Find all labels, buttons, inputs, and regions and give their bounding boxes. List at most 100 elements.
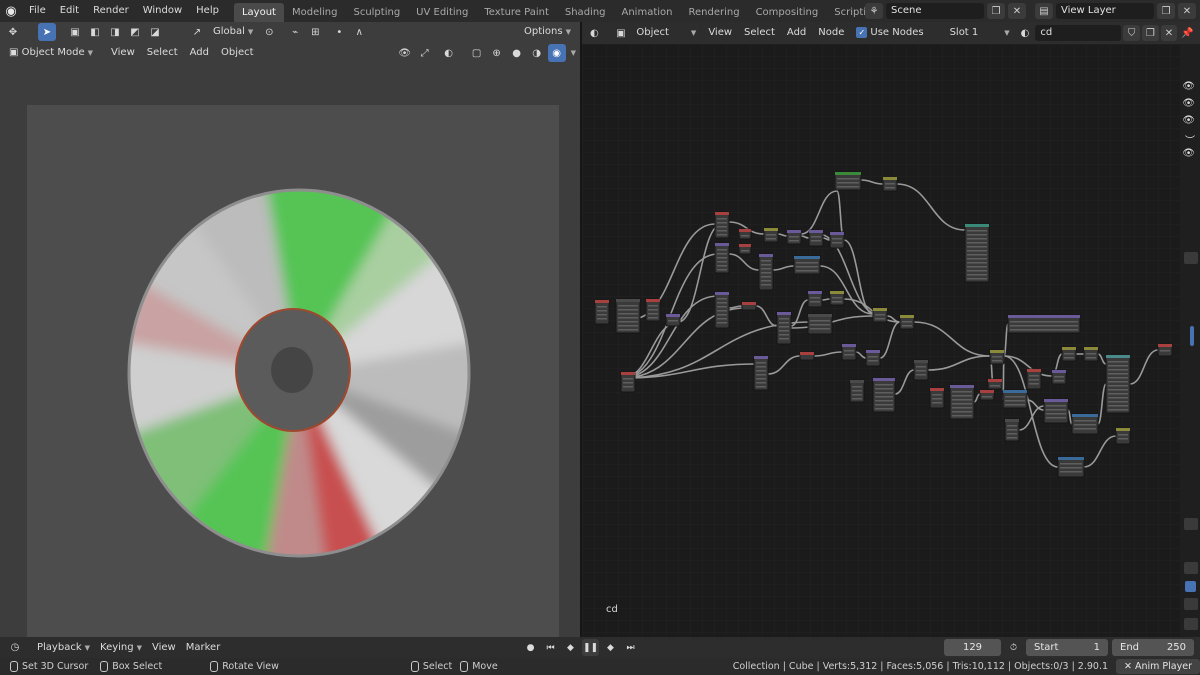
shader-node[interactable] bbox=[949, 384, 975, 420]
anim-player-button[interactable]: ✕ Anim Player bbox=[1116, 659, 1200, 674]
sidebar-tab[interactable] bbox=[1184, 598, 1198, 610]
menu-object[interactable]: Object bbox=[216, 44, 259, 62]
shader-node[interactable] bbox=[714, 211, 730, 239]
menu-window[interactable]: Window bbox=[136, 0, 189, 22]
pin-icon[interactable]: 📌 bbox=[1179, 25, 1196, 41]
timeline-view-menu[interactable]: View bbox=[147, 639, 181, 657]
jump-start-icon[interactable]: ⏮ bbox=[542, 639, 559, 656]
overlay-icon[interactable]: ◐ bbox=[440, 44, 458, 62]
folder-icon[interactable] bbox=[1184, 562, 1198, 574]
jump-keyframe-back-icon[interactable]: ◆ bbox=[562, 639, 579, 656]
shading-options-icon[interactable]: ▼ bbox=[571, 49, 576, 57]
scroll-thumb[interactable] bbox=[1190, 326, 1194, 346]
menu-select[interactable]: Select bbox=[142, 44, 183, 62]
shading-rendered-icon[interactable]: ◉ bbox=[547, 44, 566, 62]
fake-user-icon[interactable]: ⛉ bbox=[1123, 25, 1140, 41]
shader-node[interactable] bbox=[799, 351, 815, 361]
scene-field[interactable]: Scene bbox=[886, 3, 984, 19]
shader-node[interactable] bbox=[1061, 346, 1077, 362]
shader-node[interactable] bbox=[665, 313, 681, 327]
shading-wireframe-icon[interactable]: ⊕ bbox=[488, 44, 506, 62]
shader-node[interactable] bbox=[1002, 389, 1028, 409]
jump-keyframe-forward-icon[interactable]: ◆ bbox=[602, 639, 619, 656]
current-frame-field[interactable]: 129 bbox=[944, 639, 1001, 656]
tab-sculpting[interactable]: Sculpting bbox=[345, 3, 408, 22]
shader-node[interactable] bbox=[1004, 418, 1020, 442]
blender-logo-icon[interactable]: ◉ bbox=[0, 0, 22, 22]
material-name-field[interactable]: cd bbox=[1035, 25, 1122, 41]
node-canvas[interactable] bbox=[582, 44, 1200, 637]
snap-icon[interactable]: ⌁ bbox=[286, 23, 305, 41]
shading-material-icon[interactable]: ◑ bbox=[528, 44, 546, 62]
sidebar-tab[interactable] bbox=[1184, 518, 1198, 530]
menu-file[interactable]: File bbox=[22, 0, 53, 22]
shader-node[interactable] bbox=[807, 290, 823, 308]
options-dropdown[interactable]: Options ▼ bbox=[519, 23, 576, 41]
shader-node[interactable] bbox=[620, 371, 636, 393]
ne-menu-select[interactable]: Select bbox=[739, 24, 780, 42]
checkbox-icon[interactable] bbox=[1185, 581, 1196, 592]
shader-type-dropdown[interactable]: Object ▼ bbox=[631, 24, 701, 42]
marker-menu[interactable]: Marker bbox=[181, 639, 226, 657]
start-frame-field[interactable]: Start 1 bbox=[1026, 639, 1108, 656]
shader-node[interactable] bbox=[1071, 413, 1099, 435]
shader-node[interactable] bbox=[1051, 369, 1067, 385]
shader-node[interactable] bbox=[989, 349, 1005, 365]
shader-node[interactable] bbox=[714, 291, 730, 329]
3d-viewport[interactable]: ✥ ➤ ▣ ◧ ◨ ◩ ◪ ↗ Global ▼ ⊙ ⌁ ⊞ • ∧ Option… bbox=[0, 22, 580, 637]
record-icon[interactable]: ● bbox=[522, 639, 539, 656]
select-mode-subtract-icon[interactable]: ◨ bbox=[106, 23, 124, 41]
material-browse-icon[interactable]: ◐ bbox=[1017, 24, 1034, 42]
shader-node[interactable] bbox=[929, 387, 945, 409]
ne-menu-node[interactable]: Node bbox=[813, 24, 849, 42]
end-frame-field[interactable]: End 250 bbox=[1112, 639, 1194, 656]
tab-shading[interactable]: Shading bbox=[557, 3, 614, 22]
shader-node[interactable] bbox=[1115, 427, 1131, 445]
slot-dropdown[interactable]: Slot 1 ▼ bbox=[945, 24, 1015, 42]
shader-node[interactable] bbox=[872, 377, 896, 413]
menu-edit[interactable]: Edit bbox=[53, 0, 86, 22]
ne-menu-view[interactable]: View bbox=[703, 24, 737, 42]
shading-solid-icon[interactable]: ● bbox=[508, 44, 526, 62]
shader-node[interactable] bbox=[865, 349, 881, 367]
view-layer-icon[interactable]: ▤ bbox=[1035, 3, 1053, 19]
shader-node[interactable] bbox=[738, 228, 752, 240]
pivot-icon[interactable]: ⊙ bbox=[260, 23, 279, 41]
tab-compositing[interactable]: Compositing bbox=[748, 3, 827, 22]
shader-node[interactable] bbox=[899, 314, 915, 330]
eye-closed-icon[interactable]: ︶ bbox=[1185, 132, 1195, 147]
select-mode-extend-icon[interactable]: ◧ bbox=[86, 23, 104, 41]
shader-node[interactable] bbox=[1157, 343, 1173, 357]
pause-icon[interactable]: ❚❚ bbox=[582, 639, 599, 656]
shader-node[interactable] bbox=[714, 242, 730, 274]
eye-icon[interactable]: 👁 bbox=[1182, 148, 1195, 159]
node-editor-type-icon[interactable]: ◐ bbox=[586, 24, 603, 42]
shader-node[interactable] bbox=[1007, 314, 1081, 334]
shader-node[interactable] bbox=[793, 255, 821, 275]
editor-type-icon[interactable]: ✥ bbox=[4, 23, 22, 41]
shader-node[interactable] bbox=[786, 229, 802, 245]
shader-node[interactable] bbox=[882, 176, 898, 192]
shader-node[interactable] bbox=[776, 311, 792, 345]
visibility-icon[interactable]: 👁 bbox=[396, 44, 414, 62]
view-layer-field[interactable]: View Layer bbox=[1056, 3, 1154, 19]
keying-menu[interactable]: Keying ▼ bbox=[95, 639, 147, 657]
shader-node[interactable] bbox=[1043, 398, 1069, 424]
shader-node[interactable] bbox=[834, 171, 862, 191]
menu-add[interactable]: Add bbox=[185, 44, 214, 62]
shader-node[interactable] bbox=[738, 243, 752, 255]
shader-node[interactable] bbox=[829, 290, 845, 306]
eye-icon[interactable]: 👁 bbox=[1182, 98, 1195, 109]
shader-node[interactable] bbox=[1105, 354, 1131, 414]
xray-icon[interactable]: ▢ bbox=[468, 44, 486, 62]
shader-node[interactable] bbox=[808, 229, 824, 247]
shader-node[interactable] bbox=[753, 355, 769, 391]
new-scene-icon[interactable]: ❐ bbox=[987, 3, 1005, 19]
mode-dropdown[interactable]: ▣ Object Mode ▼ bbox=[4, 44, 98, 62]
shader-node[interactable] bbox=[849, 379, 865, 403]
proportional-edit-icon[interactable]: • bbox=[330, 23, 349, 41]
shader-node[interactable] bbox=[872, 307, 888, 323]
shader-node[interactable] bbox=[594, 299, 610, 325]
unlink-material-icon[interactable]: ✕ bbox=[1160, 25, 1178, 41]
select-mode-intersect-icon[interactable]: ◪ bbox=[146, 23, 164, 41]
